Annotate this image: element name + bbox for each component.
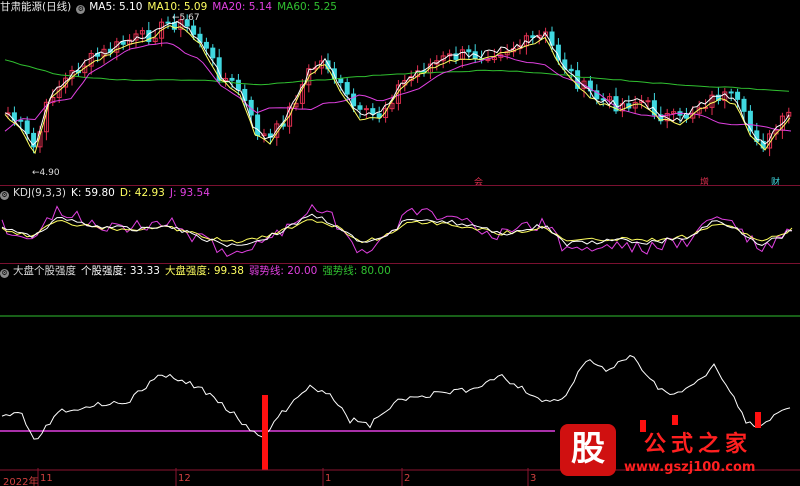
candle-body: [229, 77, 235, 81]
watermark-title: 公式之家: [644, 432, 753, 457]
candle-body: [645, 100, 651, 103]
watermark-url: www.gszj100.com: [624, 460, 756, 475]
candle-body: [210, 47, 216, 59]
candle-body: [242, 88, 248, 101]
candle-body: [351, 93, 357, 107]
strength-title[interactable]: 大盘个股强度: [13, 265, 76, 277]
market-strength-value: 大盘强度: 99.38: [164, 265, 244, 277]
kdj-k-value: K: 59.80: [70, 187, 115, 199]
stock-title[interactable]: 甘肃能源(日线): [0, 1, 71, 13]
candle-body: [191, 25, 197, 35]
kdj-title[interactable]: KDJ(9,3,3): [13, 187, 66, 199]
candle-body: [735, 91, 741, 100]
candle-body: [165, 21, 171, 24]
strong-line-value: 强势线: 80.00: [322, 265, 391, 277]
low-price-label: ←4.90: [32, 168, 60, 178]
signal-bar: [262, 395, 268, 470]
candle-body: [485, 59, 491, 62]
event-marker-a[interactable]: 会: [474, 175, 483, 188]
chart-canvas[interactable]: [0, 0, 800, 486]
candle-body: [255, 114, 261, 137]
kdj-j-value: J: 93.54: [169, 187, 210, 199]
candle-body: [357, 105, 363, 110]
candle-body: [18, 119, 24, 122]
event-marker-c[interactable]: 财: [771, 175, 780, 188]
axis-month-label: 11: [40, 473, 53, 484]
watermark: 股 公式之家 www.gszj100.com: [558, 424, 798, 480]
candle-body: [235, 79, 241, 90]
ma60-value: MA60: 5.25: [277, 1, 337, 13]
candle-body: [376, 113, 382, 119]
high-price-label: ←5.67: [172, 13, 200, 23]
candle-body: [728, 91, 734, 94]
axis-month-label: 3: [530, 473, 537, 484]
candle-body: [203, 41, 209, 49]
candle-body: [466, 49, 472, 53]
event-marker-b[interactable]: 增: [700, 175, 709, 188]
ma20-value: MA20: 5.14: [212, 1, 273, 13]
chart-window: 甘肃能源(日线) ⚙ MA5: 5.10 MA10: 5.09 MA20: 5.14 MA…: [0, 0, 800, 486]
strength-legend: ⚙ 大盘个股强度 个股强度: 33.33 大盘强度: 99.38 弱势线: 20.00 强…: [0, 264, 396, 278]
candle-body: [370, 108, 376, 115]
ma60-line: [4, 59, 790, 92]
candle-body: [363, 108, 369, 111]
watermark-logo-icon: 股: [560, 424, 616, 476]
candle-body: [600, 98, 606, 101]
kdj-legend: ⚙ KDJ(9,3,3) K: 59.80 D: 42.93 J: 93.54: [0, 186, 215, 200]
price-legend: 甘肃能源(日线) ⚙ MA5: 5.10 MA10: 5.09 MA20: 5.14 MA…: [0, 0, 342, 14]
axis-year-label: 2022年: [3, 477, 39, 486]
candle-body: [24, 120, 30, 134]
candle-body: [568, 68, 574, 72]
settings-icon[interactable]: ⚙: [0, 269, 9, 278]
candle-body: [344, 82, 350, 95]
axis-month-label: 1: [325, 473, 332, 484]
settings-icon[interactable]: ⚙: [0, 191, 9, 200]
settings-icon[interactable]: ⚙: [76, 5, 86, 14]
candle-body: [120, 41, 126, 45]
candle-body: [741, 98, 747, 112]
axis-month-label: 2: [404, 473, 411, 484]
ma5-value: MA5: 5.10: [89, 1, 143, 13]
ma10-value: MA10: 5.09: [147, 1, 208, 13]
candle-body: [338, 78, 344, 84]
axis-month-label: 12: [178, 473, 191, 484]
kdj-d-value: D: 42.93: [119, 187, 165, 199]
stock-strength-value: 个股强度: 33.33: [81, 265, 160, 277]
weak-line-value: 弱势线: 20.00: [248, 265, 318, 277]
ma5-line: [4, 20, 790, 146]
candle-body: [683, 114, 689, 119]
